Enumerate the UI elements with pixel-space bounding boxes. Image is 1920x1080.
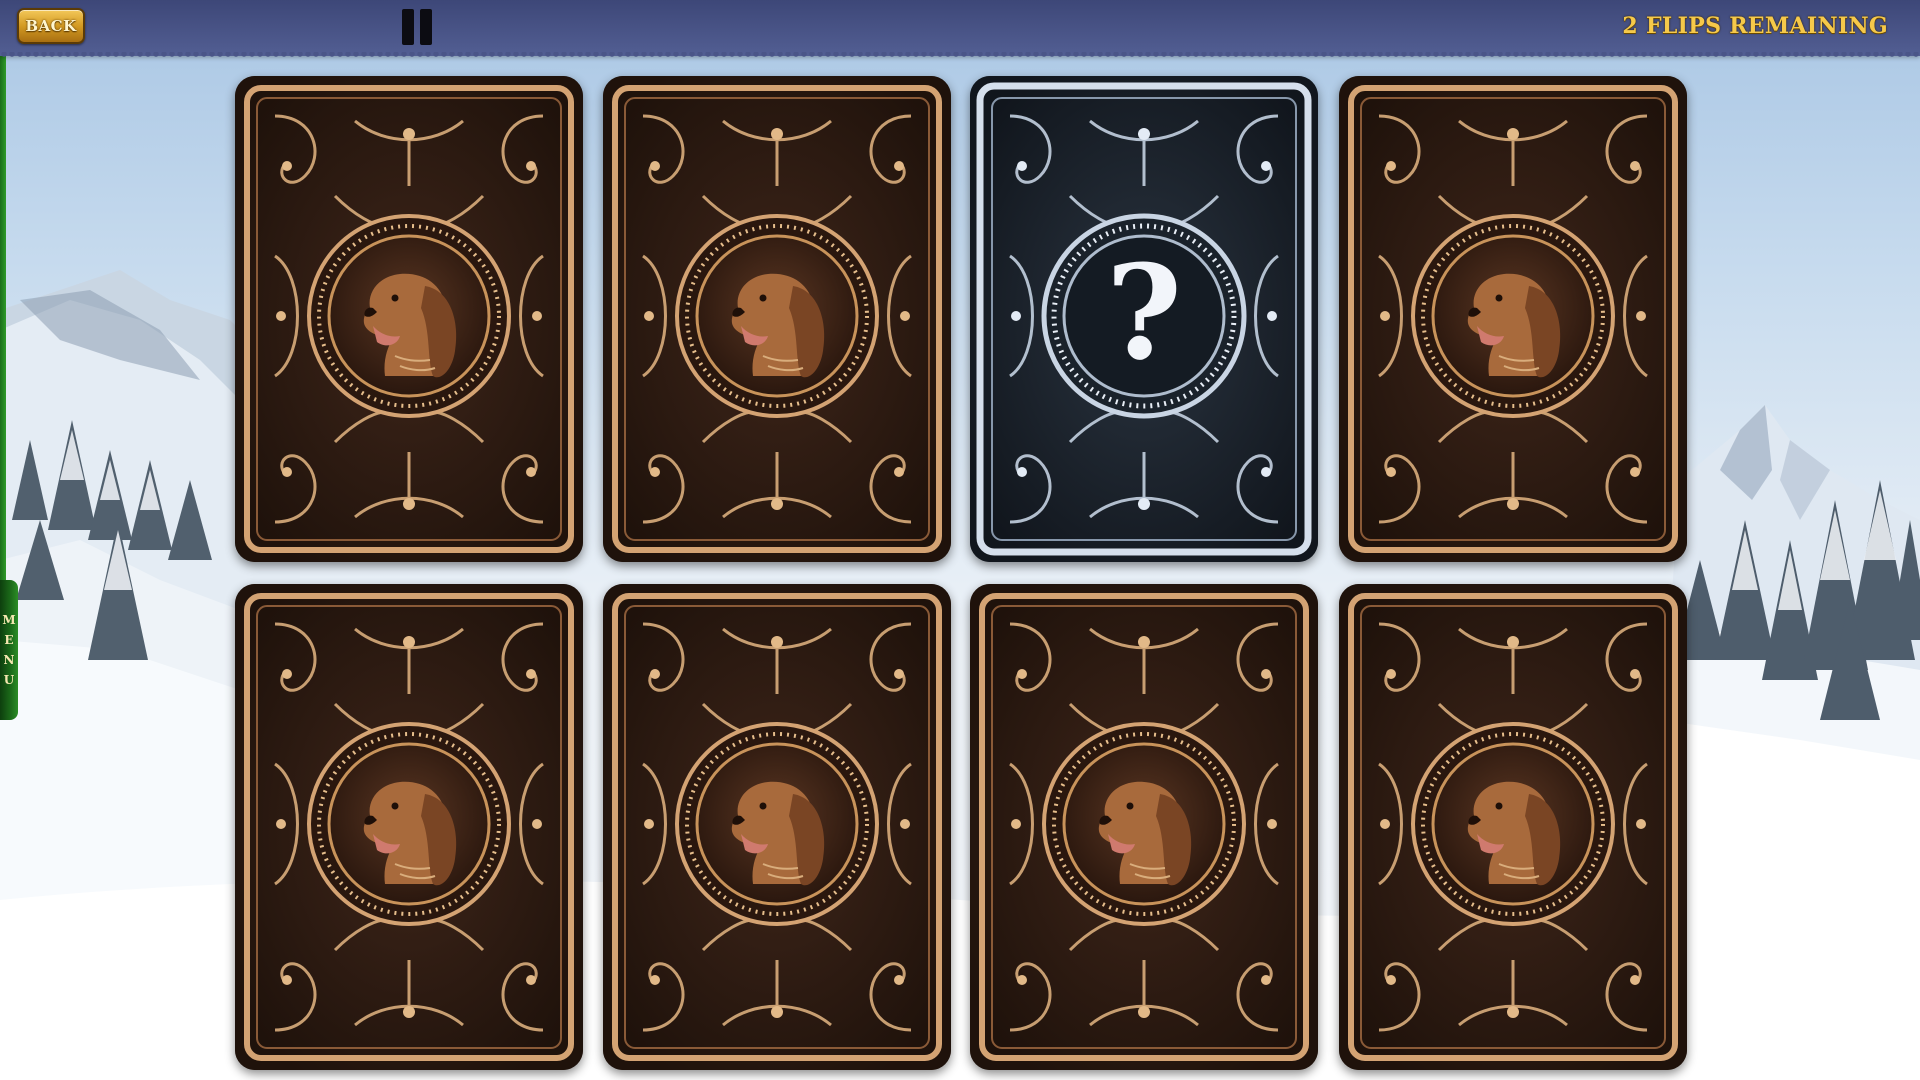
memory-card[interactable] xyxy=(970,584,1318,1070)
pause-button[interactable] xyxy=(402,9,436,45)
pause-icon xyxy=(420,9,432,45)
pause-icon xyxy=(402,9,414,45)
dog-card-back xyxy=(1339,76,1687,562)
top-bar-fringe xyxy=(0,52,1920,60)
mystery-card[interactable]: ? xyxy=(970,76,1318,562)
dog-card-back xyxy=(235,584,583,1070)
top-bar: BACK 2 FLIPS REMAINING xyxy=(0,0,1920,56)
dog-card-back xyxy=(603,76,951,562)
menu-letter: E xyxy=(4,633,14,647)
memory-card[interactable] xyxy=(235,76,583,562)
dog-card-back xyxy=(970,584,1318,1070)
memory-card[interactable] xyxy=(603,584,951,1070)
menu-letter: U xyxy=(3,673,15,687)
memory-card[interactable] xyxy=(603,76,951,562)
menu-letter: M xyxy=(2,613,16,627)
memory-card[interactable] xyxy=(1339,584,1687,1070)
dog-card-back xyxy=(603,584,951,1070)
dog-card-back xyxy=(1339,584,1687,1070)
dog-card-back xyxy=(235,76,583,562)
question-mark-icon: ? xyxy=(1106,236,1182,389)
memory-card[interactable] xyxy=(235,584,583,1070)
question-card-back: ? xyxy=(970,76,1318,562)
back-button[interactable]: BACK xyxy=(17,8,85,44)
back-button-label: BACK xyxy=(25,17,77,35)
flips-remaining-counter: 2 FLIPS REMAINING xyxy=(1622,13,1888,39)
menu-tab[interactable]: M E N U xyxy=(0,580,18,720)
memory-card[interactable] xyxy=(1339,76,1687,562)
menu-letter: N xyxy=(3,653,15,667)
